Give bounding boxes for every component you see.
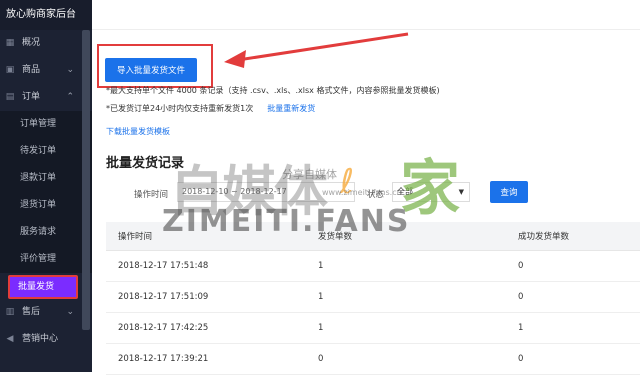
sidebar-sub-refund[interactable]: 退款订单	[0, 165, 92, 192]
chevron-down-icon: ⌄	[66, 65, 74, 75]
table-row: 2018-12-17 17:51:09 1 0	[106, 281, 640, 313]
resend-note: *已发货订单24小时内仅支持重新发货1次 批量重新发货	[106, 104, 316, 113]
sidebar-item-goods[interactable]: ▣ 商品 ⌄	[0, 57, 92, 84]
order-icon: ▤	[5, 92, 15, 102]
limit-note: *最大支持单个文件 4000 条记录（支持 .csv、.xls、.xlsx 格式…	[106, 86, 440, 95]
sidebar-item-aftersale[interactable]: ▥ 售后 ⌄	[0, 299, 92, 326]
batch-resend-link[interactable]: 批量重新发货	[267, 104, 315, 113]
col-success: 成功发货单数	[506, 222, 640, 251]
watermark-latin: ZIMEITI.FANS	[162, 204, 411, 239]
app-title: 放心购商家后台	[0, 0, 92, 30]
table-row: 2018-12-17 17:39:21 0 0	[106, 343, 640, 375]
sidebar-item-overview[interactable]: ▦ 概况	[0, 30, 92, 57]
top-bar	[92, 0, 640, 30]
sidebar-sub-order-manage[interactable]: 订单管理	[0, 111, 92, 138]
sidebar-sub-service[interactable]: 服务请求	[0, 219, 92, 246]
table-row: 2018-12-17 17:51:48 1 0	[106, 250, 640, 282]
sidebar-sub-return[interactable]: 退货订单	[0, 192, 92, 219]
goods-icon: ▣	[5, 65, 15, 75]
sidebar-item-orders[interactable]: ▤ 订单 ⌃	[0, 84, 92, 111]
arrow-annotation	[224, 32, 409, 68]
aftersale-icon: ▥	[5, 307, 15, 317]
table-row: 2018-12-17 17:42:25 1 1	[106, 312, 640, 344]
query-button[interactable]: 查询	[490, 181, 528, 203]
grid-icon: ▦	[5, 38, 15, 48]
sidebar-sub-pending[interactable]: 待发订单	[0, 138, 92, 165]
chevron-up-icon: ⌃	[66, 92, 74, 102]
chevron-down-icon: ⌄	[66, 307, 74, 317]
download-template-link[interactable]: 下载批量发货模板	[106, 126, 170, 137]
sidebar-sub-review[interactable]: 评价管理	[0, 246, 92, 273]
sidebar-sub-batch-ship[interactable]: 批量发货	[8, 275, 78, 299]
sidebar-item-marketing[interactable]: ◀ 营销中心	[0, 326, 92, 353]
watermark-subtext: 分享自媒体	[282, 168, 337, 181]
sidebar: 放心购商家后台 ▦ 概况 ▣ 商品 ⌄ ▤ 订单 ⌃ 订单管理 待发订单 退款订单 退货订…	[0, 0, 92, 372]
import-batch-file-button[interactable]: 导入批量发货文件	[105, 58, 197, 82]
sidebar-scrollbar[interactable]	[82, 30, 90, 330]
time-label: 操作时间	[134, 190, 169, 200]
watermark-url: www.zimeiti.fans.cn	[322, 188, 402, 197]
megaphone-icon: ◀	[6, 334, 14, 344]
records-table: 操作时间 发货单数 成功发货单数 2018-12-17 17:51:48 1 0 2…	[106, 222, 640, 375]
